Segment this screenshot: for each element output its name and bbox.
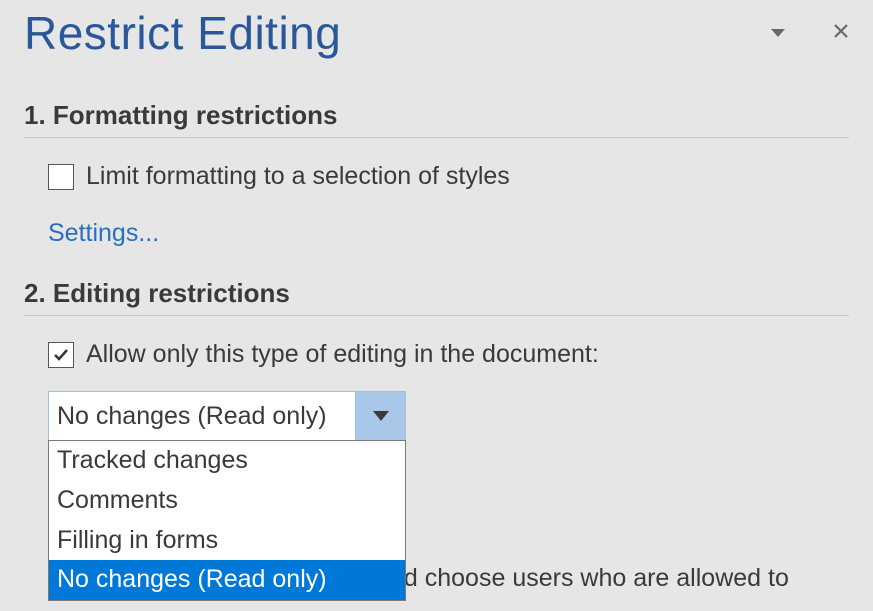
editing-checkbox-row: Allow only this type of editing in the d… [24, 340, 849, 369]
restrict-editing-pane: Restrict Editing 1. Formatting restricti… [0, 0, 873, 441]
section-heading-2: 2. Editing restrictions [24, 278, 849, 316]
editing-type-dropdown: Tracked changesCommentsFilling in formsN… [48, 440, 406, 601]
editing-type-select-display[interactable]: No changes (Read only) [48, 391, 406, 441]
select-dropdown-button[interactable] [355, 392, 405, 440]
limit-formatting-checkbox[interactable] [48, 164, 74, 190]
dropdown-option[interactable]: Tracked changes [49, 441, 405, 481]
pane-header: Restrict Editing [24, 0, 849, 70]
dropdown-option[interactable]: Comments [49, 481, 405, 521]
pane-title: Restrict Editing [24, 6, 341, 60]
close-icon[interactable] [833, 22, 849, 45]
partial-text-behind-dropdown: nd choose users who are allowed to [390, 564, 789, 593]
limit-formatting-label: Limit formatting to a selection of style… [86, 162, 510, 191]
chevron-down-icon [373, 411, 389, 421]
allow-only-editing-label: Allow only this type of editing in the d… [86, 340, 599, 369]
editing-restrictions-section: 2. Editing restrictions Allow only this … [24, 278, 849, 441]
formatting-restrictions-section: 1. Formatting restrictions Limit formatt… [24, 100, 849, 248]
dropdown-option[interactable]: No changes (Read only) [49, 560, 405, 600]
dropdown-option[interactable]: Filling in forms [49, 521, 405, 561]
section-heading-1: 1. Formatting restrictions [24, 100, 849, 138]
settings-link[interactable]: Settings... [24, 219, 849, 248]
editing-type-select: No changes (Read only) Tracked changesCo… [48, 391, 406, 441]
formatting-checkbox-row: Limit formatting to a selection of style… [24, 162, 849, 191]
header-actions [771, 22, 849, 45]
pane-menu-icon[interactable] [771, 26, 785, 40]
editing-type-select-value: No changes (Read only) [49, 392, 355, 440]
allow-only-editing-checkbox[interactable] [48, 342, 74, 368]
